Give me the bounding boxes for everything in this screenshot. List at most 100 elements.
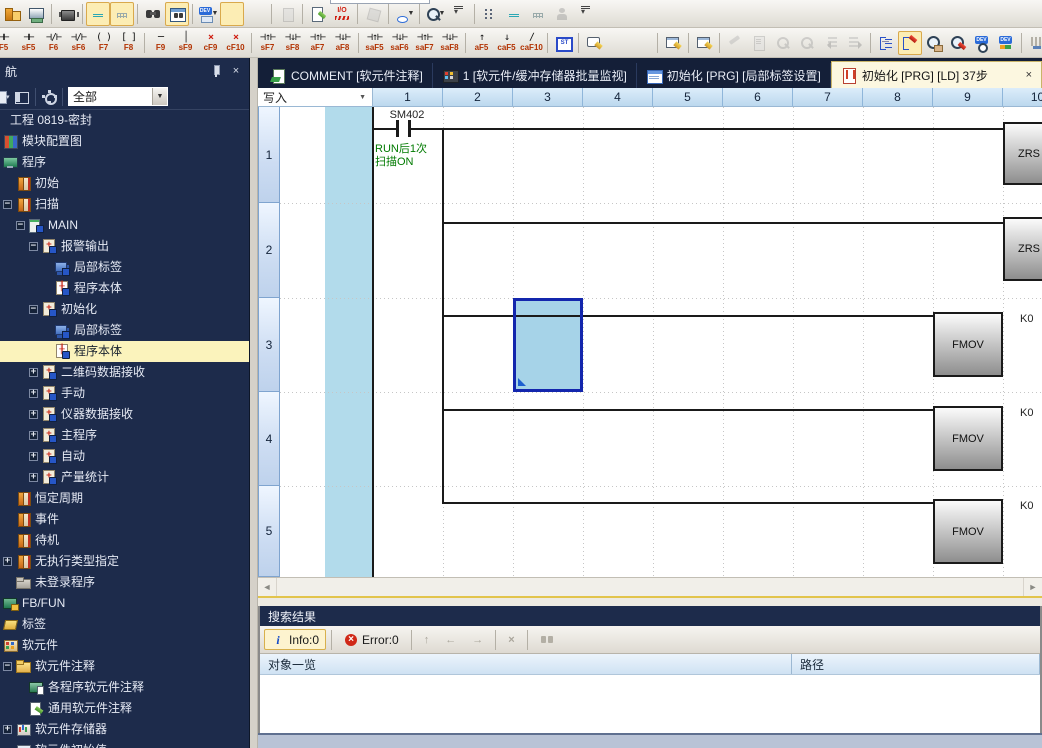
horizontal-scrollbar[interactable]: ◄ ► [258,577,1042,596]
coil-button[interactable]: ( )F7 [91,29,116,56]
window-menu-button[interactable] [478,2,502,26]
tree-item-event[interactable]: 事件 [0,509,249,530]
parallel-open-contact-button[interactable]: ⊣⊢sF5 [16,29,41,56]
tree-expander-icon[interactable]: − [29,305,38,314]
clear-results-button[interactable]: × [501,629,521,650]
program-window-button[interactable] [86,2,110,26]
selected-cell-cursor[interactable] [513,298,583,392]
tree-expander-icon[interactable]: − [3,662,12,671]
ladder-column-header-cell[interactable]: 4 [583,88,653,106]
device-display-button[interactable]: ▼ [392,2,416,26]
tree-item-instrument-data-receive[interactable]: +仪器数据接收 [0,404,249,425]
tree-item-initialize[interactable]: −初始化 [0,299,249,320]
tree-item-program[interactable]: 程序 [0,152,249,173]
tree-item-project[interactable]: 工程 0819-密封 [0,110,249,131]
tree-item-constant-cycle[interactable]: 恒定周期 [0,488,249,509]
ladder-canvas[interactable]: SM402 (0) RUN后1次 扫描ON 12345ZRSZRSFMOVK0F… [258,107,1042,577]
vertical-line-button[interactable]: │sF9 [173,29,198,56]
write-mode-cell[interactable]: 写入 ▼ [258,88,373,106]
ladder-row-number-cell[interactable]: 2 [258,203,280,298]
insert-column-button[interactable] [1025,31,1042,55]
error-filter-button[interactable]: Error:0 [337,629,406,650]
properties-button[interactable] [275,2,299,26]
search-result-table-body[interactable] [260,675,1040,733]
device-find-button[interactable]: ▼ [196,2,220,26]
device-test-button[interactable] [994,31,1018,55]
user-management-button[interactable] [550,2,574,26]
tree-item-alarm-output[interactable]: −报警输出 [0,236,249,257]
instruction-box-zrs-row1[interactable]: ZRS [1003,122,1042,185]
ladder-column-header-cell[interactable]: 7 [793,88,863,106]
ladder-row-number-cell[interactable]: 5 [258,486,280,577]
chevron-down-icon[interactable]: ▼ [152,88,167,105]
filter-combobox[interactable]: 全部 ▼ [68,87,168,106]
comment-window-button[interactable] [110,2,134,26]
scroll-right-icon[interactable]: ► [1023,578,1042,596]
parallel-rising-pulse-close-button[interactable]: ⊣↑⊢saF7 [412,29,437,56]
tree-item-production-stats[interactable]: +产量统计 [0,467,249,488]
workspace-window-button[interactable] [502,2,526,26]
ladder-row-number-cell[interactable]: 4 [258,392,280,486]
tab-batch-monitor[interactable]: 1 [软元件/缓冲存储器批量监视] [433,63,637,88]
scroll-left-icon[interactable]: ◄ [258,578,277,596]
horizontal-line-button[interactable]: ─F9 [148,29,173,56]
statement-display-button[interactable] [692,31,716,55]
tree-item-local-label-2[interactable]: 局部标签 [0,320,249,341]
tree-expander-icon[interactable]: + [29,473,38,482]
parallel-falling-pulse-close-button[interactable]: ⊣↓⊢saF8 [437,29,462,56]
device-batch-monitor-button[interactable] [220,2,244,26]
tree-expander-icon[interactable]: − [3,200,12,209]
tree-item-program-body-1[interactable]: 程序本体 [0,278,249,299]
device-comment-edit-button[interactable] [582,31,606,55]
ladder-column-header-cell[interactable]: 9 [933,88,1003,106]
docking-window-button[interactable] [526,2,550,26]
coil-comment-button[interactable] [630,31,654,55]
tree-item-main-program[interactable]: +主程序 [0,425,249,446]
tab-ladder-program[interactable]: 初始化 [PRG] [LD] 37步× [831,61,1042,88]
toolbar-overflow-button[interactable] [447,2,471,26]
jump-first-button[interactable]: ↑ [417,629,437,650]
tree-expander-icon[interactable]: + [29,389,38,398]
ladder-column-header-cell[interactable]: 10 [1003,88,1042,106]
zoom-button[interactable]: ▼ [423,2,447,26]
tree-item-device-comment[interactable]: −软元件注释 [0,656,249,677]
result-column-header[interactable]: 路径 [792,654,1040,674]
tab-device-comment[interactable]: COMMENT [软元件注释] [261,63,433,88]
invert-result-button[interactable]: ↑aF5 [469,29,494,56]
tree-item-auto[interactable]: +自动 [0,446,249,467]
tree-item-initial[interactable]: 初始 [0,173,249,194]
undo-edit-button[interactable] [723,31,747,55]
pane-layout-icon[interactable] [14,89,30,105]
info-filter-button[interactable]: Info:0 [264,629,326,650]
result-column-header[interactable]: 对象一览 [260,654,792,674]
pin-icon[interactable] [208,63,224,79]
tree-item-manual[interactable]: +手动 [0,383,249,404]
tree-expander-icon[interactable]: + [29,368,38,377]
tree-item-scan[interactable]: −扫描 [0,194,249,215]
tree-item-program-body-2[interactable]: 程序本体 [0,341,249,362]
find-device-button[interactable] [946,31,970,55]
tree-item-device-initial-value[interactable]: 软元件初始值 [0,740,249,748]
insert-row-button[interactable] [819,31,843,55]
tree-item-main[interactable]: −MAIN [0,215,249,236]
instruction-box-zrs-row2[interactable]: ZRS [1003,217,1042,281]
paste-button[interactable] [361,2,385,26]
delete-horizontal-line-button[interactable]: ×cF9 [198,29,223,56]
ladder-column-header-cell[interactable]: 5 [653,88,723,106]
ladder-column-header-cell[interactable]: 6 [723,88,793,106]
find-button[interactable] [141,2,165,26]
toolbar-overflow-button-2[interactable] [574,2,598,26]
read-ladder-block-button[interactable] [795,31,819,55]
tree-item-unregistered-program[interactable]: 未登录程序 [0,572,249,593]
ladder-row-number-cell[interactable]: 1 [258,107,280,203]
search-again-button[interactable] [533,629,561,650]
tree-item-qr-data-receive[interactable]: +二维码数据接收 [0,362,249,383]
tree-item-common-device-comment[interactable]: 通用软元件注释 [0,698,249,719]
comment-display-button[interactable] [661,31,685,55]
save-project-button[interactable] [24,2,48,26]
pane-splitter[interactable] [250,58,258,748]
ladder-column-header-cell[interactable]: 8 [863,88,933,106]
tree-expander-icon[interactable]: − [29,242,38,251]
falling-pulse-button[interactable]: ⊣↓⊢sF8 [280,29,305,56]
find-contact-coil-button[interactable] [922,31,946,55]
